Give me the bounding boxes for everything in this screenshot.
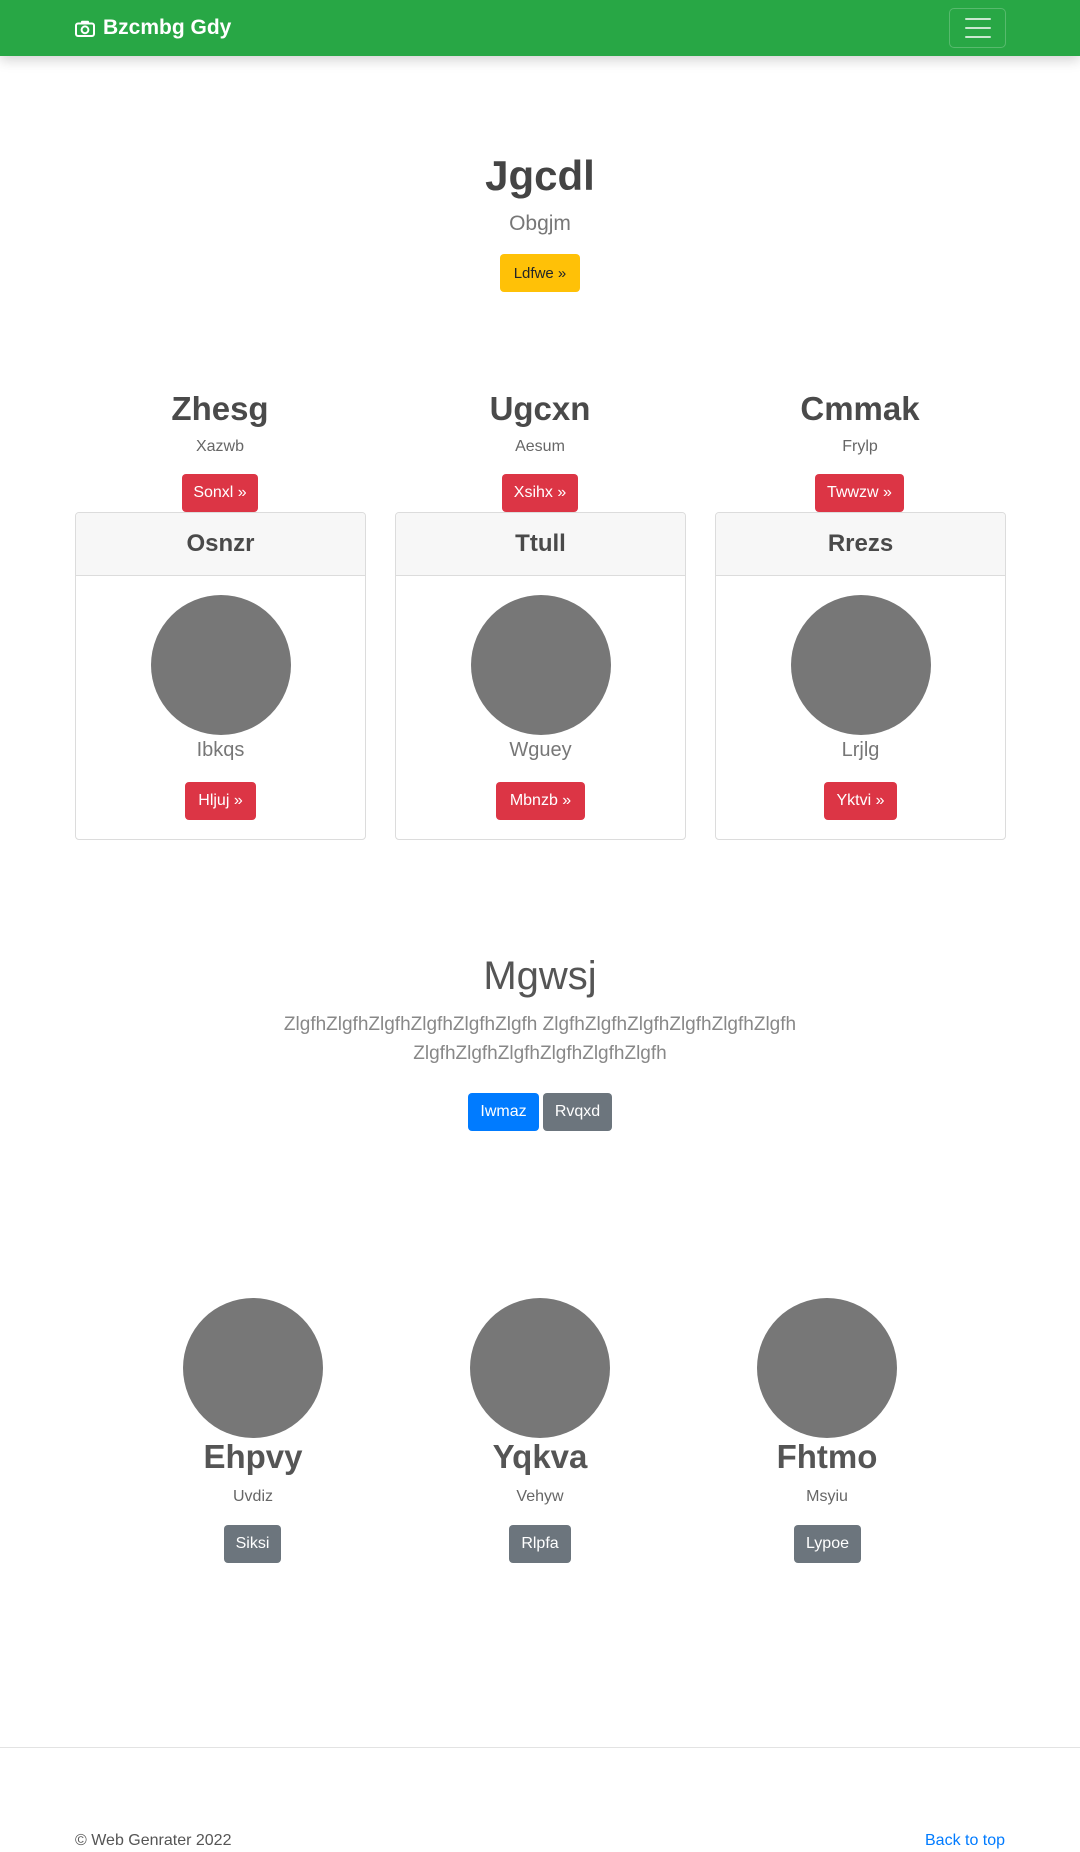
card-text: Ibkqs <box>196 739 245 761</box>
feature-image-placeholder <box>183 1298 323 1438</box>
hero-subtitle: Obgjm <box>509 212 571 235</box>
card: Osnzr Ibkqs Hljuj » <box>75 512 366 840</box>
card-image-placeholder <box>151 595 291 735</box>
footer-copyright: © Web Genrater 2022 <box>75 1832 232 1849</box>
card: Rrezs Lrjlg Yktvi » <box>715 512 1006 840</box>
hamburger-icon <box>964 18 991 20</box>
feature-title: Fhtmo <box>776 1438 878 1475</box>
column-title: Cmmak <box>800 390 920 427</box>
column-button[interactable]: Xsihx » <box>502 474 578 512</box>
card-image-placeholder <box>791 595 931 735</box>
navbar: Bzcmbg Gdy <box>0 0 1080 56</box>
feature-image-placeholder <box>757 1298 897 1438</box>
section-title: Mgwsj <box>483 954 597 998</box>
card-text: Wguey <box>509 739 572 761</box>
feature-button[interactable]: Lypoe <box>794 1525 861 1563</box>
card-header: Ttull <box>396 513 685 576</box>
camera-icon <box>75 20 95 37</box>
card-text: Lrjlg <box>841 739 880 761</box>
feature-button[interactable]: Rlpfa <box>509 1525 571 1563</box>
feature-title: Ehpvy <box>203 1438 303 1475</box>
feature-title: Yqkva <box>492 1438 588 1475</box>
feature-subtitle: Uvdiz <box>232 1488 273 1505</box>
brand-name: Bzcmbg Gdy <box>103 16 232 39</box>
section-text: ZlgfhZlgfhZlgfhZlgfhZlgfhZlgfh ZlgfhZlgf… <box>283 1014 797 1064</box>
column-button[interactable]: Sonxl » <box>182 474 258 512</box>
secondary-button[interactable]: Rvqxd <box>543 1093 612 1131</box>
column-subtitle: Xazwb <box>195 438 245 455</box>
column-subtitle: Frylp <box>842 438 878 455</box>
card: Ttull Wguey Mbnzb » <box>395 512 686 840</box>
hero-title: Jgcdl <box>485 152 595 199</box>
column-button[interactable]: Twwzw » <box>815 474 904 512</box>
column-title: Ugcxn <box>489 390 591 427</box>
column-subtitle: Aesum <box>515 438 565 455</box>
hero-button[interactable]: Ldfwe » <box>500 254 580 292</box>
footer-divider <box>0 1747 1080 1748</box>
feature-image-placeholder <box>470 1298 610 1438</box>
brand-link[interactable]: Bzcmbg Gdy <box>75 14 231 42</box>
card-image-placeholder <box>471 595 611 735</box>
back-to-top-link[interactable]: Back to top <box>925 1832 1005 1850</box>
column-title: Zhesg <box>171 390 269 427</box>
card-button[interactable]: Yktvi » <box>824 782 897 820</box>
card-button[interactable]: Hljuj » <box>185 782 256 820</box>
feature-button[interactable]: Siksi <box>224 1525 281 1563</box>
primary-button[interactable]: Iwmaz <box>468 1093 539 1131</box>
feature-subtitle: Vehyw <box>516 1488 564 1505</box>
navbar-toggler-button[interactable] <box>949 8 1006 48</box>
card-button[interactable]: Mbnzb » <box>496 782 585 820</box>
card-header: Rrezs <box>716 513 1005 576</box>
feature-subtitle: Msyiu <box>806 1488 848 1505</box>
card-header: Osnzr <box>76 513 365 576</box>
